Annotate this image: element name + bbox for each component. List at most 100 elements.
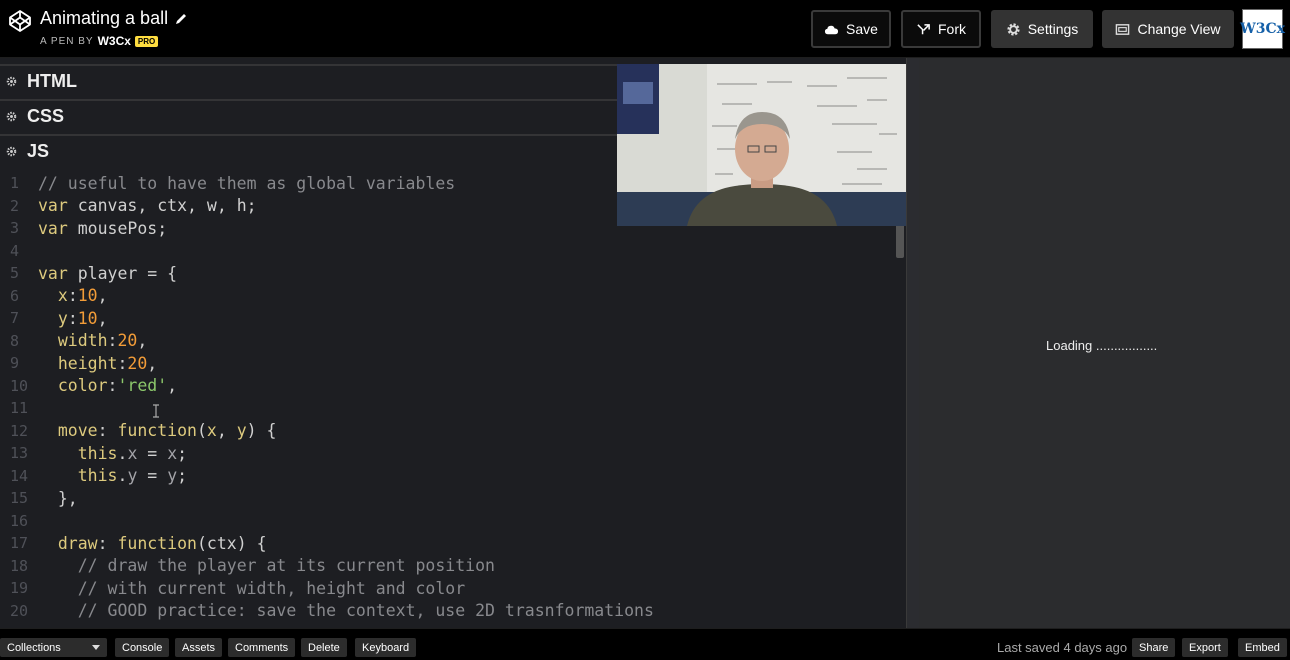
code-line[interactable]: 12 move: function(x, y) {	[0, 420, 276, 442]
code-line[interactable]: 19 // with current width, height and col…	[0, 577, 465, 599]
line-number: 13	[10, 444, 29, 462]
code-token: 'red'	[117, 376, 168, 395]
panel-settings-icon[interactable]	[6, 111, 17, 122]
code-line[interactable]: 11	[0, 397, 38, 419]
code-token: 10	[77, 286, 98, 305]
code-line[interactable]: 20 // GOOD practice: save the context, u…	[0, 600, 654, 622]
code-text: x:10,	[34, 286, 108, 305]
code-token: 20	[117, 331, 138, 350]
line-number: 10	[10, 376, 29, 395]
code-token: (ctx) {	[196, 533, 267, 553]
code-token: x	[206, 421, 217, 440]
export-button[interactable]: Export	[1182, 638, 1228, 657]
code-line[interactable]: 14 this.y = y;	[0, 465, 187, 487]
save-label: Save	[846, 21, 878, 37]
delete-button[interactable]: Delete	[301, 638, 347, 657]
code-line[interactable]: 16	[0, 510, 38, 532]
code-line[interactable]: 17 draw: function(ctx) {	[0, 532, 267, 554]
pen-byline: A PEN BY W3Cx PRO	[40, 34, 159, 48]
js-panel-title: JS	[27, 141, 50, 161]
save-button[interactable]: Save	[811, 10, 891, 48]
code-text: move: function(x, y) {	[34, 421, 277, 440]
fork-label: Fork	[938, 21, 966, 37]
code-token: ;	[177, 443, 188, 463]
code-line[interactable]: 6 x:10,	[0, 285, 108, 307]
gear-icon	[1007, 22, 1020, 36]
code-token: width	[57, 331, 108, 350]
console-button[interactable]: Console	[115, 638, 170, 657]
layout-icon	[1116, 23, 1130, 35]
code-token: y	[127, 466, 138, 485]
code-line[interactable]: 3 var mousePos;	[0, 217, 167, 239]
collections-button[interactable]: Collections	[0, 638, 107, 657]
code-text: // GOOD practice: save the context, use …	[34, 601, 654, 620]
line-number: 11	[10, 399, 29, 417]
pen-title[interactable]: Animating a ball	[40, 8, 168, 29]
code-line[interactable]: 1 // useful to have them as global variab…	[0, 172, 455, 194]
code-line[interactable]: 9 height:20,	[0, 352, 157, 374]
comments-button[interactable]: Comments	[228, 638, 296, 657]
code-token: canvas, ctx, w, h;	[67, 196, 257, 215]
pencil-icon[interactable]	[174, 12, 188, 26]
change-view-button[interactable]: Change View	[1102, 10, 1234, 48]
line-number: 17	[10, 534, 29, 552]
code-line[interactable]: 18 // draw the player at its current pos…	[0, 555, 495, 577]
bottom-bar: Collections Console Assets Comments Dele…	[0, 628, 1290, 660]
code-token: :	[117, 353, 128, 373]
line-number: 4	[10, 241, 20, 260]
line-number: 16	[10, 511, 29, 530]
line-number: 19	[10, 579, 29, 597]
settings-button[interactable]: Settings	[991, 10, 1093, 48]
code-line[interactable]: 15 },	[0, 487, 78, 509]
code-token: x	[57, 286, 68, 305]
code-line[interactable]: 13 this.x = x;	[0, 442, 187, 464]
result-preview-pane: Loading .................	[919, 58, 1290, 628]
code-token: move	[57, 421, 98, 440]
code-token: // GOOD practice: save the context, use …	[77, 601, 654, 620]
code-line[interactable]: 4	[0, 240, 38, 262]
code-line[interactable]: 5 var player = {	[0, 262, 177, 284]
line-number: 12	[10, 421, 29, 440]
code-text: // with current width, height and color	[34, 579, 465, 598]
embed-button[interactable]: Embed	[1238, 638, 1287, 657]
code-line[interactable]: 7 y:10,	[0, 307, 108, 329]
line-number: 3	[10, 219, 20, 237]
code-line[interactable]: 8 width:20,	[0, 330, 147, 352]
code-text: var mousePos;	[34, 219, 167, 238]
user-avatar[interactable]: W3Cx	[1240, 9, 1285, 49]
fork-icon	[917, 23, 930, 34]
code-line[interactable]: 10 color:'red',	[0, 375, 177, 397]
code-token: height	[57, 353, 118, 373]
code-token: x	[167, 443, 178, 463]
code-token: ,	[97, 286, 108, 305]
js-code-editor[interactable]: 1 // useful to have them as global variab…	[0, 169, 900, 628]
change-view-label: Change View	[1137, 21, 1221, 37]
code-token: :	[107, 376, 118, 395]
code-token: .	[117, 466, 128, 485]
line-number: 18	[10, 556, 29, 575]
code-token: player = {	[67, 263, 178, 283]
loading-text: Loading .................	[1046, 338, 1158, 353]
panel-settings-icon[interactable]	[6, 76, 17, 87]
code-token: ,	[147, 353, 158, 373]
line-number: 14	[10, 466, 29, 485]
share-button[interactable]: Share	[1132, 638, 1176, 657]
panel-settings-icon[interactable]	[6, 146, 17, 157]
assets-button[interactable]: Assets	[175, 638, 223, 657]
author-link[interactable]: W3Cx	[98, 34, 131, 48]
keyboard-button[interactable]: Keyboard	[355, 638, 417, 657]
pro-badge: PRO	[134, 35, 159, 47]
pane-resize-handle[interactable]	[906, 58, 919, 628]
code-token: 20	[127, 353, 148, 373]
codepen-logo-icon[interactable]	[8, 9, 32, 33]
html-panel-title: HTML	[27, 71, 77, 91]
code-text: this.y = y;	[34, 466, 187, 485]
code-token: =	[137, 466, 168, 485]
code-line[interactable]: 2 var canvas, ctx, w, h;	[0, 195, 257, 217]
fork-button[interactable]: Fork	[901, 10, 981, 48]
code-token: ,	[216, 421, 237, 440]
